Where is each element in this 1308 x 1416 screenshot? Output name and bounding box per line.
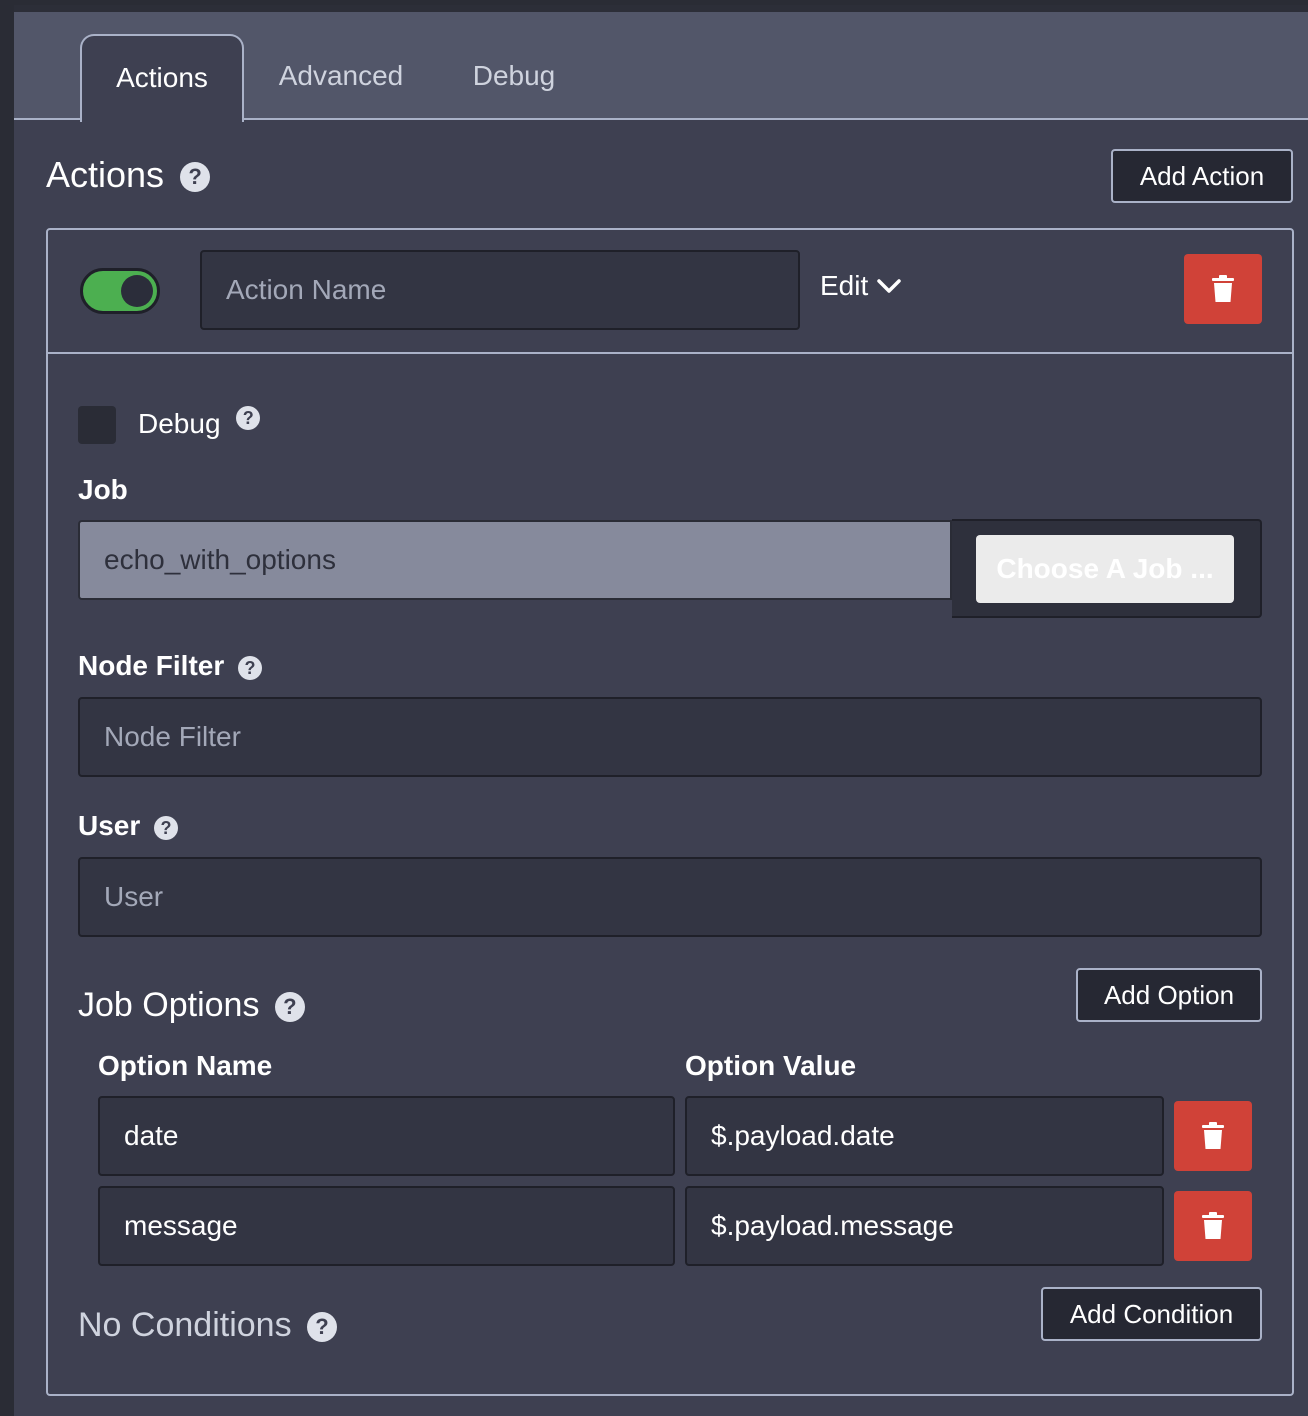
- action-name-input[interactable]: Action Name: [200, 250, 800, 330]
- job-label: Job: [78, 474, 128, 505]
- job-options-title: Job Options: [78, 986, 260, 1024]
- action-card: Action Name Edit Debug ? Job echo_with_o…: [46, 228, 1294, 1396]
- edit-label: Edit: [820, 270, 869, 301]
- option-name-value: date: [124, 1120, 179, 1151]
- user-placeholder: User: [104, 881, 164, 912]
- node-filter-input[interactable]: Node Filter: [78, 697, 1262, 777]
- option-value-header: Option Value: [685, 1050, 857, 1081]
- help-icon[interactable]: ?: [180, 162, 211, 193]
- debug-label: Debug: [138, 408, 221, 439]
- job-input[interactable]: echo_with_options: [78, 520, 952, 600]
- tab-bar: Actions Advanced Debug: [14, 12, 1308, 122]
- help-icon[interactable]: ?: [274, 992, 305, 1023]
- action-enabled-toggle[interactable]: [80, 268, 160, 314]
- trash-icon: [1202, 1122, 1224, 1149]
- add-condition-button[interactable]: Add Condition: [1041, 1287, 1262, 1341]
- action-card-header: Action Name Edit: [48, 230, 1292, 354]
- option-name-value: message: [124, 1210, 238, 1241]
- delete-option-button[interactable]: [1174, 1191, 1252, 1261]
- delete-action-button[interactable]: [1184, 254, 1262, 324]
- conditions-heading: No Conditions ?: [78, 1306, 338, 1345]
- toggle-knob: [121, 275, 153, 307]
- node-filter-placeholder: Node Filter: [104, 721, 241, 752]
- delete-option-button[interactable]: [1174, 1101, 1252, 1171]
- option-name-input[interactable]: message: [98, 1186, 675, 1266]
- window-top-edge: [0, 0, 1308, 5]
- add-option-button[interactable]: Add Option: [1076, 968, 1262, 1022]
- user-label: User: [78, 810, 141, 841]
- help-icon[interactable]: ?: [236, 406, 261, 430]
- add-action-button[interactable]: Add Action: [1111, 149, 1293, 203]
- job-value: echo_with_options: [104, 544, 336, 575]
- action-editor-panel: Actions Advanced Debug Actions ? Add Act…: [14, 12, 1308, 1416]
- debug-checkbox[interactable]: [78, 406, 116, 444]
- tab-debug[interactable]: Debug: [444, 34, 584, 118]
- actions-heading: Actions ?: [46, 154, 211, 196]
- option-name-input[interactable]: date: [98, 1096, 675, 1176]
- option-value-text: $.payload.message: [711, 1210, 954, 1241]
- trash-icon: [1202, 1212, 1224, 1239]
- option-value-input[interactable]: $.payload.message: [685, 1186, 1164, 1266]
- help-icon[interactable]: ?: [307, 1312, 338, 1343]
- user-input[interactable]: User: [78, 857, 1262, 937]
- trash-icon: [1212, 275, 1234, 302]
- choose-job-button[interactable]: Choose A Job ...: [976, 535, 1234, 603]
- node-filter-heading: Node Filter ?: [78, 650, 263, 682]
- tab-actions[interactable]: Actions: [80, 34, 244, 122]
- edit-dropdown[interactable]: Edit: [820, 270, 902, 302]
- user-heading: User ?: [78, 810, 179, 842]
- node-filter-label: Node Filter: [78, 650, 225, 681]
- actions-title: Actions: [46, 154, 165, 195]
- window-left-edge: [0, 0, 14, 1416]
- tab-advanced[interactable]: Advanced: [258, 34, 424, 118]
- help-icon[interactable]: ?: [238, 655, 263, 680]
- option-value-text: $.payload.date: [711, 1120, 895, 1151]
- help-icon[interactable]: ?: [154, 815, 179, 840]
- choose-job-addon: Choose A Job ...: [952, 519, 1262, 618]
- option-value-input[interactable]: $.payload.date: [685, 1096, 1164, 1176]
- debug-checkbox-label: Debug ?: [138, 406, 261, 440]
- job-options-heading: Job Options ?: [78, 986, 305, 1025]
- action-name-placeholder: Action Name: [226, 274, 387, 305]
- option-name-header: Option Name: [98, 1050, 273, 1081]
- chevron-down-icon: [877, 279, 901, 293]
- conditions-title: No Conditions: [78, 1306, 292, 1344]
